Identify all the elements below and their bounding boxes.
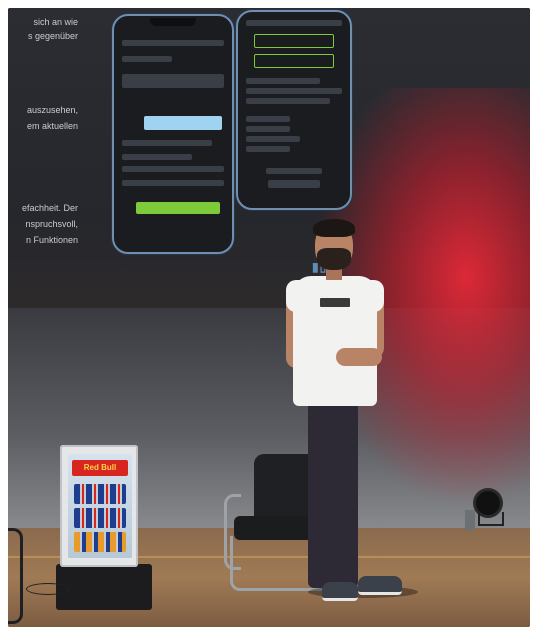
slide-text-line-1: sich an wie	[33, 17, 78, 27]
spotlight-stand	[478, 512, 504, 526]
phone-text-line	[122, 140, 212, 146]
phone-menu-line	[246, 88, 342, 94]
phone-menu-line	[246, 126, 290, 132]
tshirt-print	[320, 298, 350, 307]
phone-social-icons	[268, 180, 320, 188]
phone-menu-line	[246, 146, 290, 152]
phone-summary-line	[122, 154, 192, 160]
slide-text-line-5: efachheit. Der	[21, 203, 78, 213]
speaker-hair	[313, 219, 355, 237]
phone-menu-line	[246, 136, 300, 142]
phone-outline-button	[254, 54, 334, 68]
photo: sich an wie s gegenüber auszusehen, em a…	[8, 8, 530, 627]
phone-avatar-row	[122, 74, 224, 88]
phone-header-bar	[122, 40, 224, 46]
speaker-leg-right	[332, 400, 358, 588]
fridge-cans-row	[74, 532, 126, 552]
partial-chair-left	[8, 528, 23, 624]
phone-header-bar	[246, 20, 342, 26]
speaker-hands	[336, 348, 382, 366]
phone-summary-line	[122, 180, 224, 186]
speaker-sleeve-right	[360, 280, 384, 312]
slide-text-line-2: s gegenüber	[27, 31, 78, 41]
fridge-brand-logo: Red Bull	[72, 460, 128, 476]
slide-text-line-6: nspruchsvoll,	[25, 219, 78, 229]
phone-mockup-left	[112, 14, 234, 254]
wall-box	[465, 510, 475, 530]
speaker-sleeve-left	[286, 280, 310, 312]
fridge-stand	[56, 564, 152, 610]
phone-green-button	[136, 202, 220, 214]
phone-notch	[150, 18, 196, 26]
phone-menu-line	[246, 98, 330, 104]
slide-text-line-3: auszusehen,	[26, 105, 78, 115]
phone-community-label	[266, 168, 322, 174]
fridge-cans-row	[74, 508, 126, 528]
phone-blue-field	[144, 116, 222, 130]
fridge-cans-row	[74, 484, 126, 504]
speaker-leg-left	[308, 400, 334, 588]
slide-text-line-4: em aktuellen	[26, 121, 78, 131]
phone-text-line	[122, 56, 172, 62]
phone-outline-button	[254, 34, 334, 48]
speaker-shoe-left	[322, 582, 358, 601]
phone-menu-line	[246, 78, 320, 84]
speaker-beard	[317, 248, 351, 270]
speaker-shoe-right	[358, 576, 402, 595]
floor-cable	[26, 583, 70, 595]
phone-summary-line	[122, 166, 224, 172]
phone-mockup-right	[236, 10, 352, 210]
phone-menu-line	[246, 116, 290, 122]
slide-text-line-7: n Funktionen	[25, 235, 78, 245]
